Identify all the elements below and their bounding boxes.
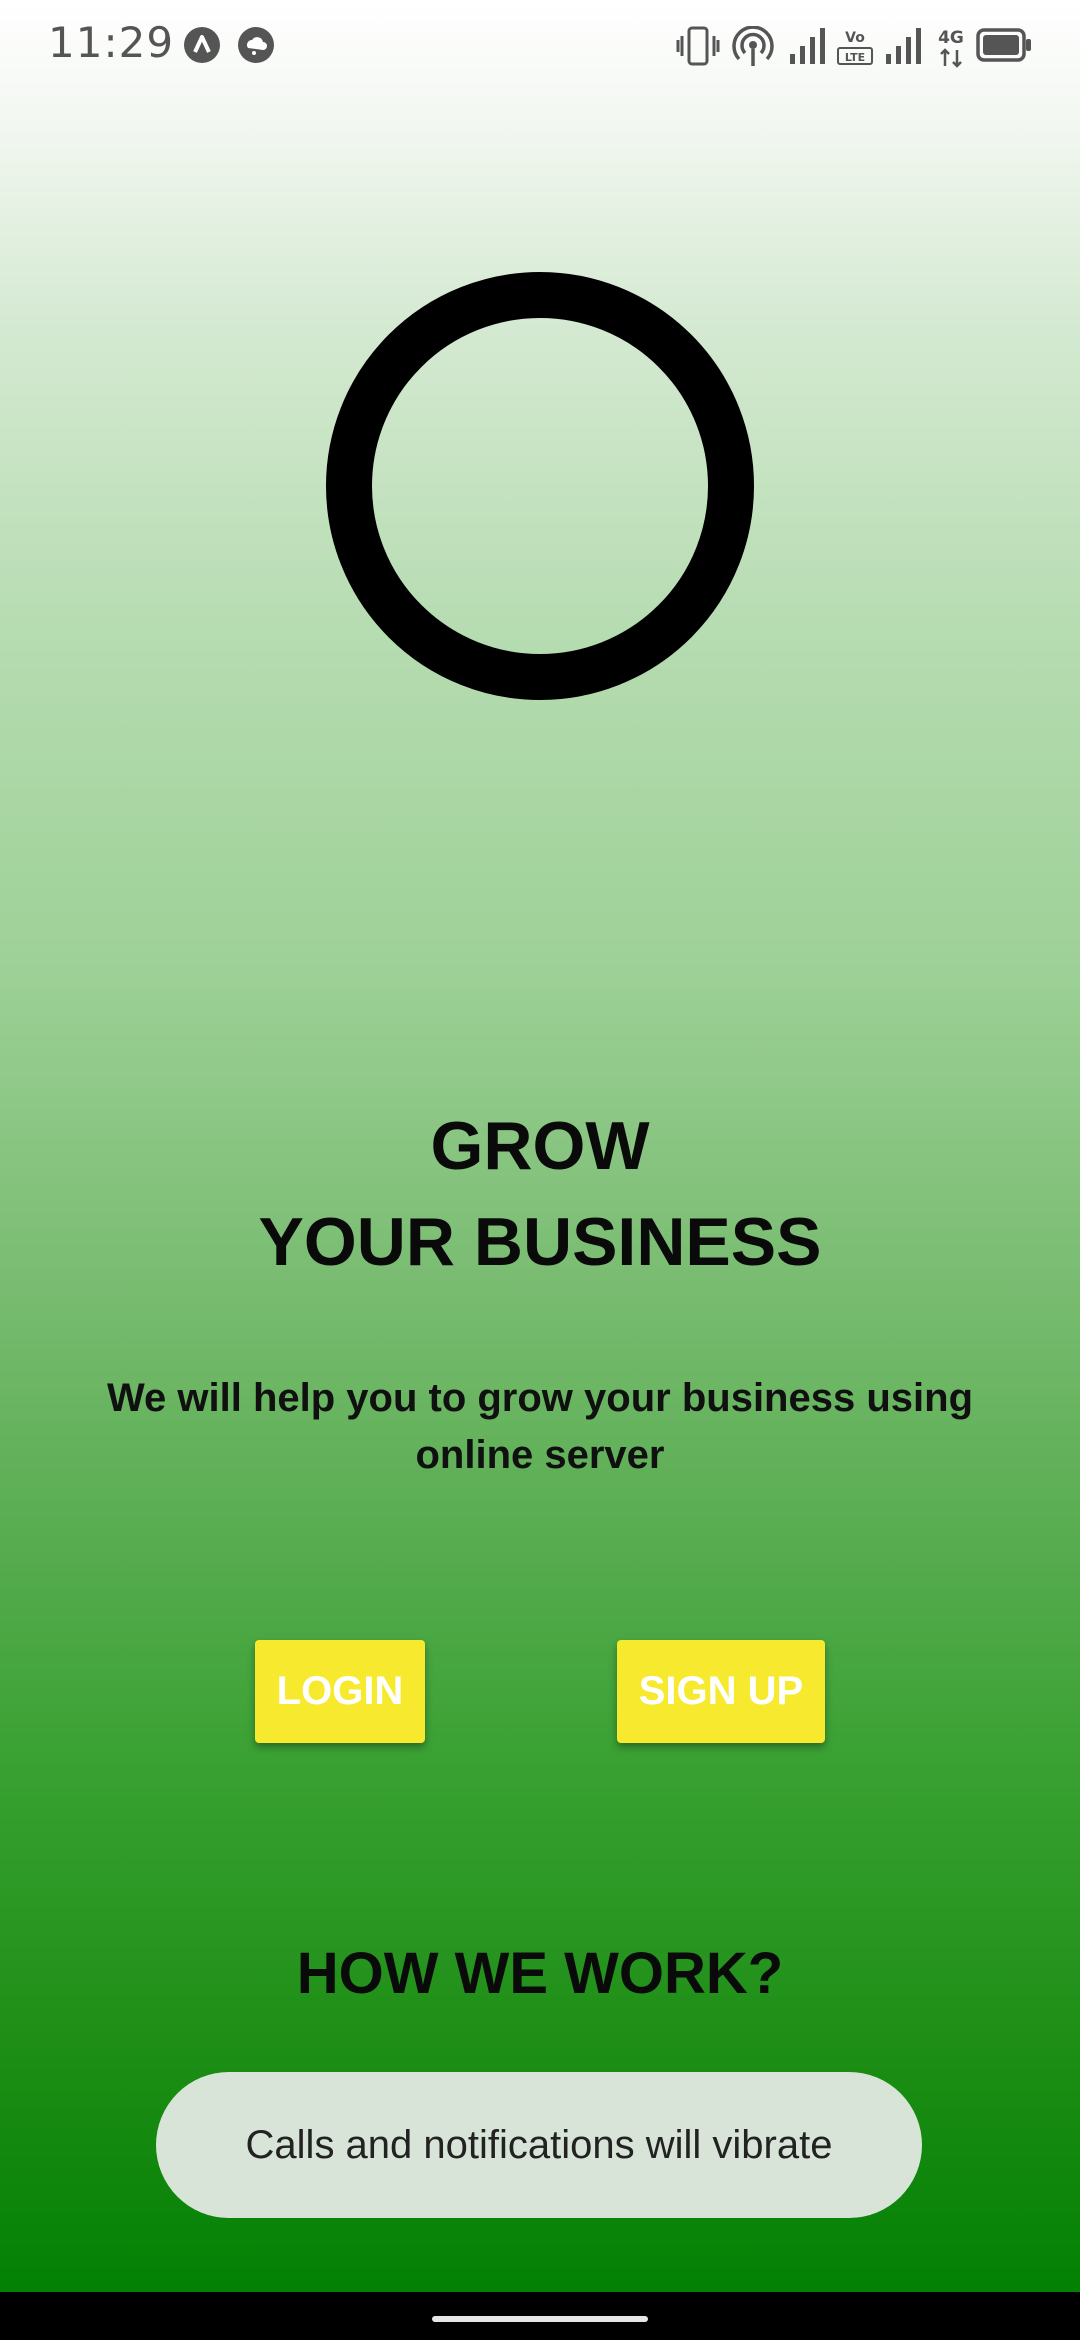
svg-text:Vo: Vo — [845, 30, 865, 46]
vibrate-icon — [676, 26, 720, 66]
status-time: 11:29 — [48, 18, 175, 67]
headline-line2: YOUR BUSINESS — [258, 1204, 822, 1280]
headline-line1: GROW — [430, 1108, 650, 1184]
subtitle-text: We will help you to grow your business u… — [106, 1376, 973, 1477]
app-notification-icon — [184, 27, 220, 63]
svg-text:4G: 4G — [938, 28, 964, 48]
hotspot-icon — [732, 26, 774, 66]
toast-message: Calls and notifications will vibrate — [156, 2072, 922, 2218]
signal-icon — [790, 28, 825, 64]
how-we-work-heading: HOW WE WORK? — [296, 1941, 784, 2006]
home-gesture-handle[interactable] — [432, 2316, 648, 2322]
login-button[interactable]: LOGIN — [255, 1640, 425, 1743]
cloud-notification-icon — [238, 27, 274, 63]
volte-icon: Vo LTE — [837, 30, 873, 65]
signal-icon — [886, 28, 921, 64]
svg-text:LTE: LTE — [845, 51, 865, 64]
status-bar: 11:29 Vo LTE 4G — [0, 0, 1080, 92]
4g-icon: 4G — [938, 28, 964, 68]
signup-button[interactable]: SIGN UP — [617, 1640, 825, 1743]
battery-icon — [976, 28, 1031, 62]
app-logo-ring — [326, 272, 754, 700]
